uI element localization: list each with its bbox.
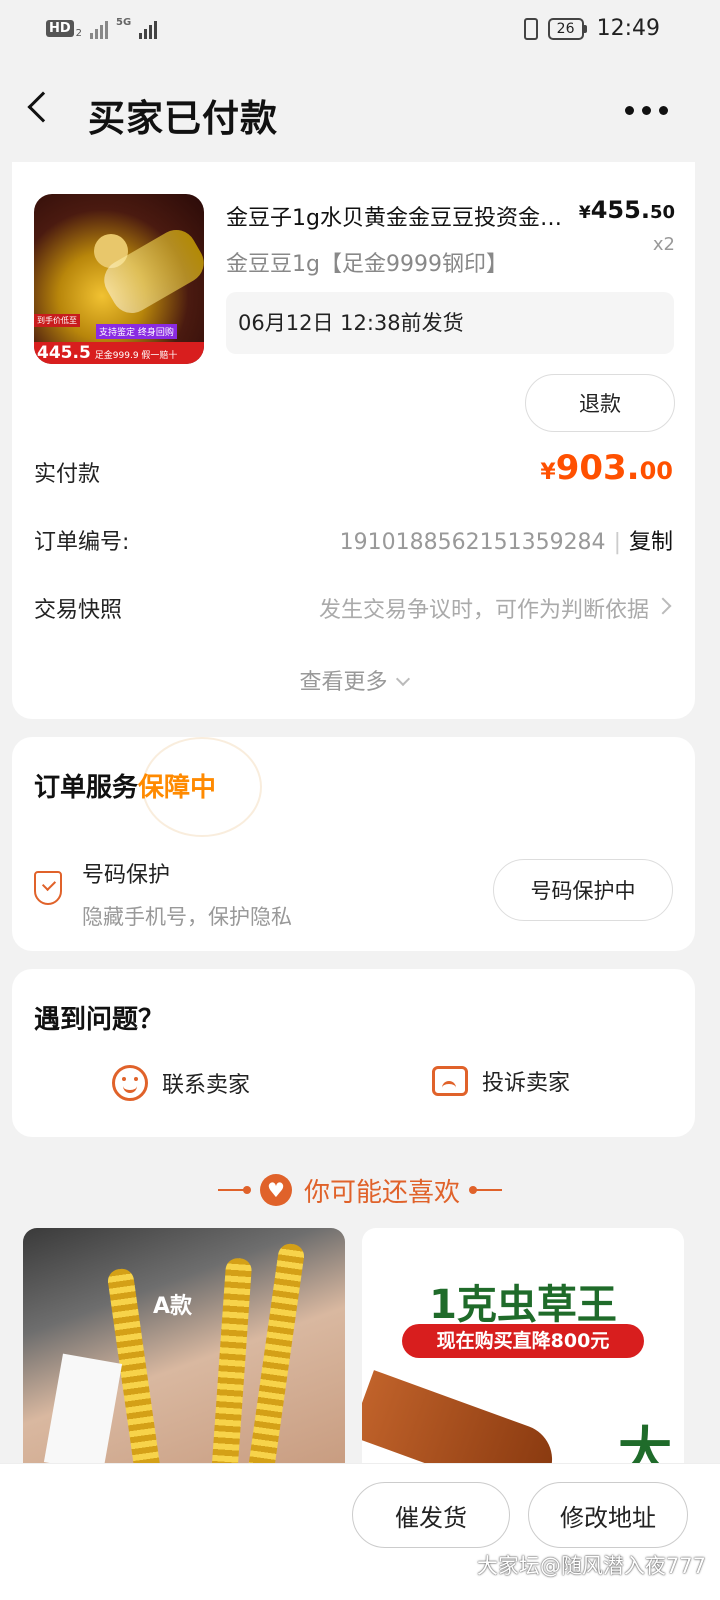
- copy-button[interactable]: 复制: [629, 530, 673, 555]
- service-card: 订单服务保障中 号码保护 隐藏手机号，保护隐私 号码保护中: [12, 737, 695, 951]
- shield-icon: [34, 871, 62, 905]
- back-arrow-icon[interactable]: [27, 91, 59, 123]
- ship-deadline: 06月12日 12:38前发货: [226, 292, 674, 354]
- order-number-row: 订单编号: 1910188562151359284 | 复制: [34, 524, 673, 556]
- page-header: 买家已付款: [0, 62, 720, 162]
- signal-icon: [90, 19, 109, 39]
- vibrate-icon: [523, 17, 538, 40]
- product-quantity: x2: [652, 234, 675, 255]
- urge-shipping-button[interactable]: 催发货: [352, 1482, 510, 1548]
- recommend-title: 你可能还喜欢: [303, 1177, 460, 1208]
- modify-address-button[interactable]: 修改地址: [528, 1482, 688, 1548]
- contact-seller-button[interactable]: 联系卖家: [112, 1065, 250, 1101]
- image-tag-appraisal: 支持鉴定 终身回购: [96, 324, 177, 339]
- network-type: 5G: [116, 17, 132, 28]
- refund-button[interactable]: 退款: [525, 374, 675, 432]
- product-title[interactable]: 金豆子1g水贝黄金金豆豆投资金豆古法黄金: [226, 200, 566, 232]
- page-title: 买家已付款: [88, 97, 278, 140]
- number-protection-button[interactable]: 号码保护中: [493, 859, 673, 921]
- service-item-name: 号码保护: [82, 863, 171, 888]
- paid-row: 实付款 ¥903.00: [34, 448, 673, 488]
- status-left: HD 2 5G: [46, 17, 158, 39]
- image-tag-low-price: 到手价低至: [34, 314, 80, 327]
- recommend-item-chain[interactable]: A款: [23, 1228, 345, 1468]
- complaint-bubble-icon: [432, 1066, 468, 1096]
- recommend-item-cordyceps[interactable]: 1克虫草王 现在购买直降800元 大: [362, 1228, 684, 1468]
- chevron-down-icon: [395, 671, 410, 687]
- service-item-desc: 隐藏手机号，保护隐私: [82, 905, 292, 929]
- snapshot-row[interactable]: 交易快照 发生交易争议时，可作为判断依据: [34, 592, 673, 624]
- recommend-item-label: A款: [153, 1294, 193, 1319]
- product-image[interactable]: 到手价低至 支持鉴定 终身回购 445.5 足金999.9 假一赔十: [34, 194, 204, 364]
- paid-amount: ¥903.00: [540, 448, 673, 488]
- see-more-button[interactable]: 查看更多: [12, 664, 695, 696]
- bottom-action-bar: 催发货 修改地址 大家坛@随风潜入夜777: [0, 1463, 720, 1600]
- hd-icon: HD: [46, 20, 74, 37]
- recommend-item2-sub: 现在购买直降800元: [402, 1324, 644, 1358]
- more-icon[interactable]: [625, 106, 668, 115]
- problem-title: 遇到问题？: [34, 1005, 165, 1035]
- snapshot-label: 交易快照: [34, 598, 123, 623]
- product-price: ¥455.50: [578, 196, 675, 224]
- recommend-item2-char: 大: [618, 1421, 672, 1468]
- image-price-tag: 445.5 足金999.9 假一赔十: [34, 342, 204, 364]
- complain-seller-button[interactable]: 投诉卖家: [432, 1065, 570, 1097]
- service-title: 订单服务保障中: [34, 773, 217, 803]
- order-number-value: 1910188562151359284 | 复制: [339, 530, 673, 555]
- heart-icon: ♥: [259, 1174, 292, 1206]
- smile-chat-icon: [112, 1065, 148, 1101]
- recommend-item2-title: 1克虫草王: [429, 1282, 617, 1328]
- snapshot-hint: 发生交易争议时，可作为判断依据: [318, 598, 649, 623]
- paid-label: 实付款: [34, 462, 101, 487]
- battery-level: 26: [547, 17, 584, 40]
- product-spec: 金豆豆1g【足金9999钢印】: [226, 252, 508, 277]
- chevron-right-icon: [654, 597, 672, 615]
- battery-icon: 26: [547, 17, 587, 40]
- clock: 12:49: [596, 16, 660, 41]
- signal-icon-2: [139, 19, 158, 39]
- recommend-header: ♥ 你可能还喜欢: [0, 1168, 720, 1212]
- problem-card: 遇到问题？ 联系卖家 投诉卖家: [12, 969, 695, 1137]
- order-number-label: 订单编号:: [34, 530, 130, 555]
- status-bar: HD 2 5G 26 12:49: [0, 0, 720, 62]
- order-card: 到手价低至 支持鉴定 终身回购 445.5 足金999.9 假一赔十 金豆子1g水…: [12, 162, 695, 719]
- status-right: 26 12:49: [523, 16, 660, 41]
- forum-watermark: 大家坛@随风潜入夜777: [476, 1554, 706, 1578]
- hd-sub: 2: [75, 28, 83, 39]
